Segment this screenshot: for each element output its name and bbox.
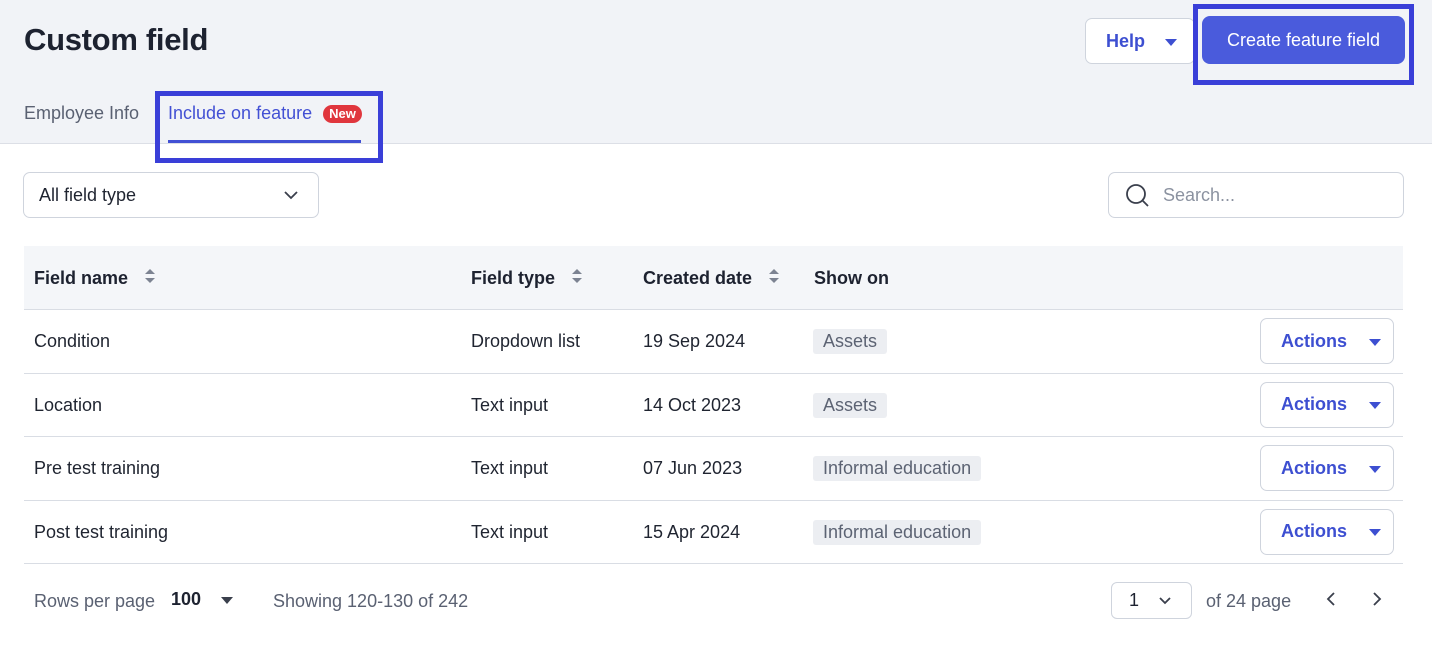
table-footer: Rows per page 100 Showing 120-130 of 242… <box>0 565 1432 635</box>
show-on-tag: Assets <box>813 392 888 418</box>
field-name-cell: Post test training <box>34 521 169 542</box>
tab-employee-info[interactable]: Employee Info <box>24 103 139 124</box>
column-header-show-on: Show on <box>814 268 889 289</box>
tab-highlight <box>155 91 383 163</box>
showing-range: Showing 120-130 of 242 <box>273 591 469 611</box>
caret-down-icon <box>1369 394 1382 415</box>
page-title: Custom field <box>24 22 209 57</box>
sort-icon <box>144 268 156 289</box>
rows-per-page-select[interactable]: 100 <box>171 589 234 610</box>
page-header: Custom field Help Create feature field E… <box>0 0 1432 163</box>
sort-icon <box>768 268 780 289</box>
actions-button[interactable]: Actions <box>1260 508 1394 555</box>
created-date-cell: 15 Apr 2024 <box>643 521 741 542</box>
page-number-value: 1 <box>1129 590 1140 610</box>
column-label: Field name <box>34 268 129 288</box>
help-button-label: Help <box>1106 30 1146 51</box>
chevron-down-icon <box>282 186 300 209</box>
field-name-cell: Condition <box>34 331 111 351</box>
tab-label: Employee Info <box>24 103 140 123</box>
field-name-cell: Location <box>34 394 103 415</box>
field-type-cell: Text input <box>471 521 549 542</box>
search-box[interactable] <box>1108 172 1404 218</box>
show-on-tag: Assets <box>813 329 888 354</box>
field-name-cell: Pre test training <box>34 458 161 478</box>
next-page-button[interactable] <box>1365 589 1389 613</box>
custom-field-table: Field name Field type Created date Show … <box>24 246 1403 564</box>
column-label: Show on <box>814 268 889 288</box>
caret-down-icon <box>221 589 234 610</box>
table-header: Field name Field type Created date Show … <box>24 246 1403 310</box>
column-label: Field type <box>471 268 556 288</box>
table-row: Condition Dropdown list 19 Sep 2024 Asse… <box>24 310 1403 374</box>
total-pages-label: of 24 page <box>1206 591 1292 611</box>
previous-page-button[interactable] <box>1319 589 1343 613</box>
actions-label: Actions <box>1281 330 1348 351</box>
actions-button[interactable]: Actions <box>1260 318 1394 364</box>
actions-button[interactable]: Actions <box>1260 381 1394 428</box>
column-header-field-type[interactable]: Field type <box>471 268 583 289</box>
field-type-cell: Text input <box>471 394 549 415</box>
rows-per-page-label: Rows per page <box>34 591 156 611</box>
search-icon <box>1125 183 1151 214</box>
caret-down-icon <box>1369 458 1382 479</box>
actions-label: Actions <box>1281 521 1348 541</box>
page-number-select[interactable]: 1 <box>1111 582 1192 619</box>
filter-value: All field type <box>39 184 137 205</box>
chevron-left-icon <box>1324 591 1338 612</box>
created-date-cell: 14 Oct 2023 <box>643 394 742 415</box>
created-date-cell: 07 Jun 2023 <box>643 458 743 478</box>
caret-down-icon <box>1369 331 1382 352</box>
table-row: Post test training Text input 15 Apr 202… <box>24 501 1403 564</box>
actions-label: Actions <box>1281 394 1348 414</box>
column-header-field-name[interactable]: Field name <box>34 268 156 289</box>
table-row: Location Text input 14 Oct 2023 Assets A… <box>24 374 1403 437</box>
field-type-filter[interactable]: All field type <box>23 172 319 218</box>
sort-icon <box>571 268 583 289</box>
show-on-tag: Informal education <box>813 456 982 481</box>
field-type-cell: Dropdown list <box>471 331 581 351</box>
actions-label: Actions <box>1281 457 1348 478</box>
created-date-cell: 19 Sep 2024 <box>643 331 746 351</box>
show-on-tag: Informal education <box>813 519 982 545</box>
chevron-right-icon <box>1370 591 1384 612</box>
caret-down-icon <box>1369 521 1382 542</box>
create-feature-field-button[interactable]: Create feature field <box>1202 16 1405 64</box>
chevron-down-icon <box>1157 593 1173 614</box>
help-button[interactable]: Help <box>1085 18 1195 64</box>
field-type-cell: Text input <box>471 458 549 478</box>
actions-button[interactable]: Actions <box>1260 445 1394 491</box>
table-row: Pre test training Text input 07 Jun 2023… <box>24 437 1403 501</box>
caret-down-icon <box>1165 31 1178 52</box>
column-header-created-date[interactable]: Created date <box>643 268 780 289</box>
column-label: Created date <box>643 268 753 288</box>
rows-per-page-value: 100 <box>171 589 202 609</box>
search-input[interactable] <box>1163 184 1383 206</box>
